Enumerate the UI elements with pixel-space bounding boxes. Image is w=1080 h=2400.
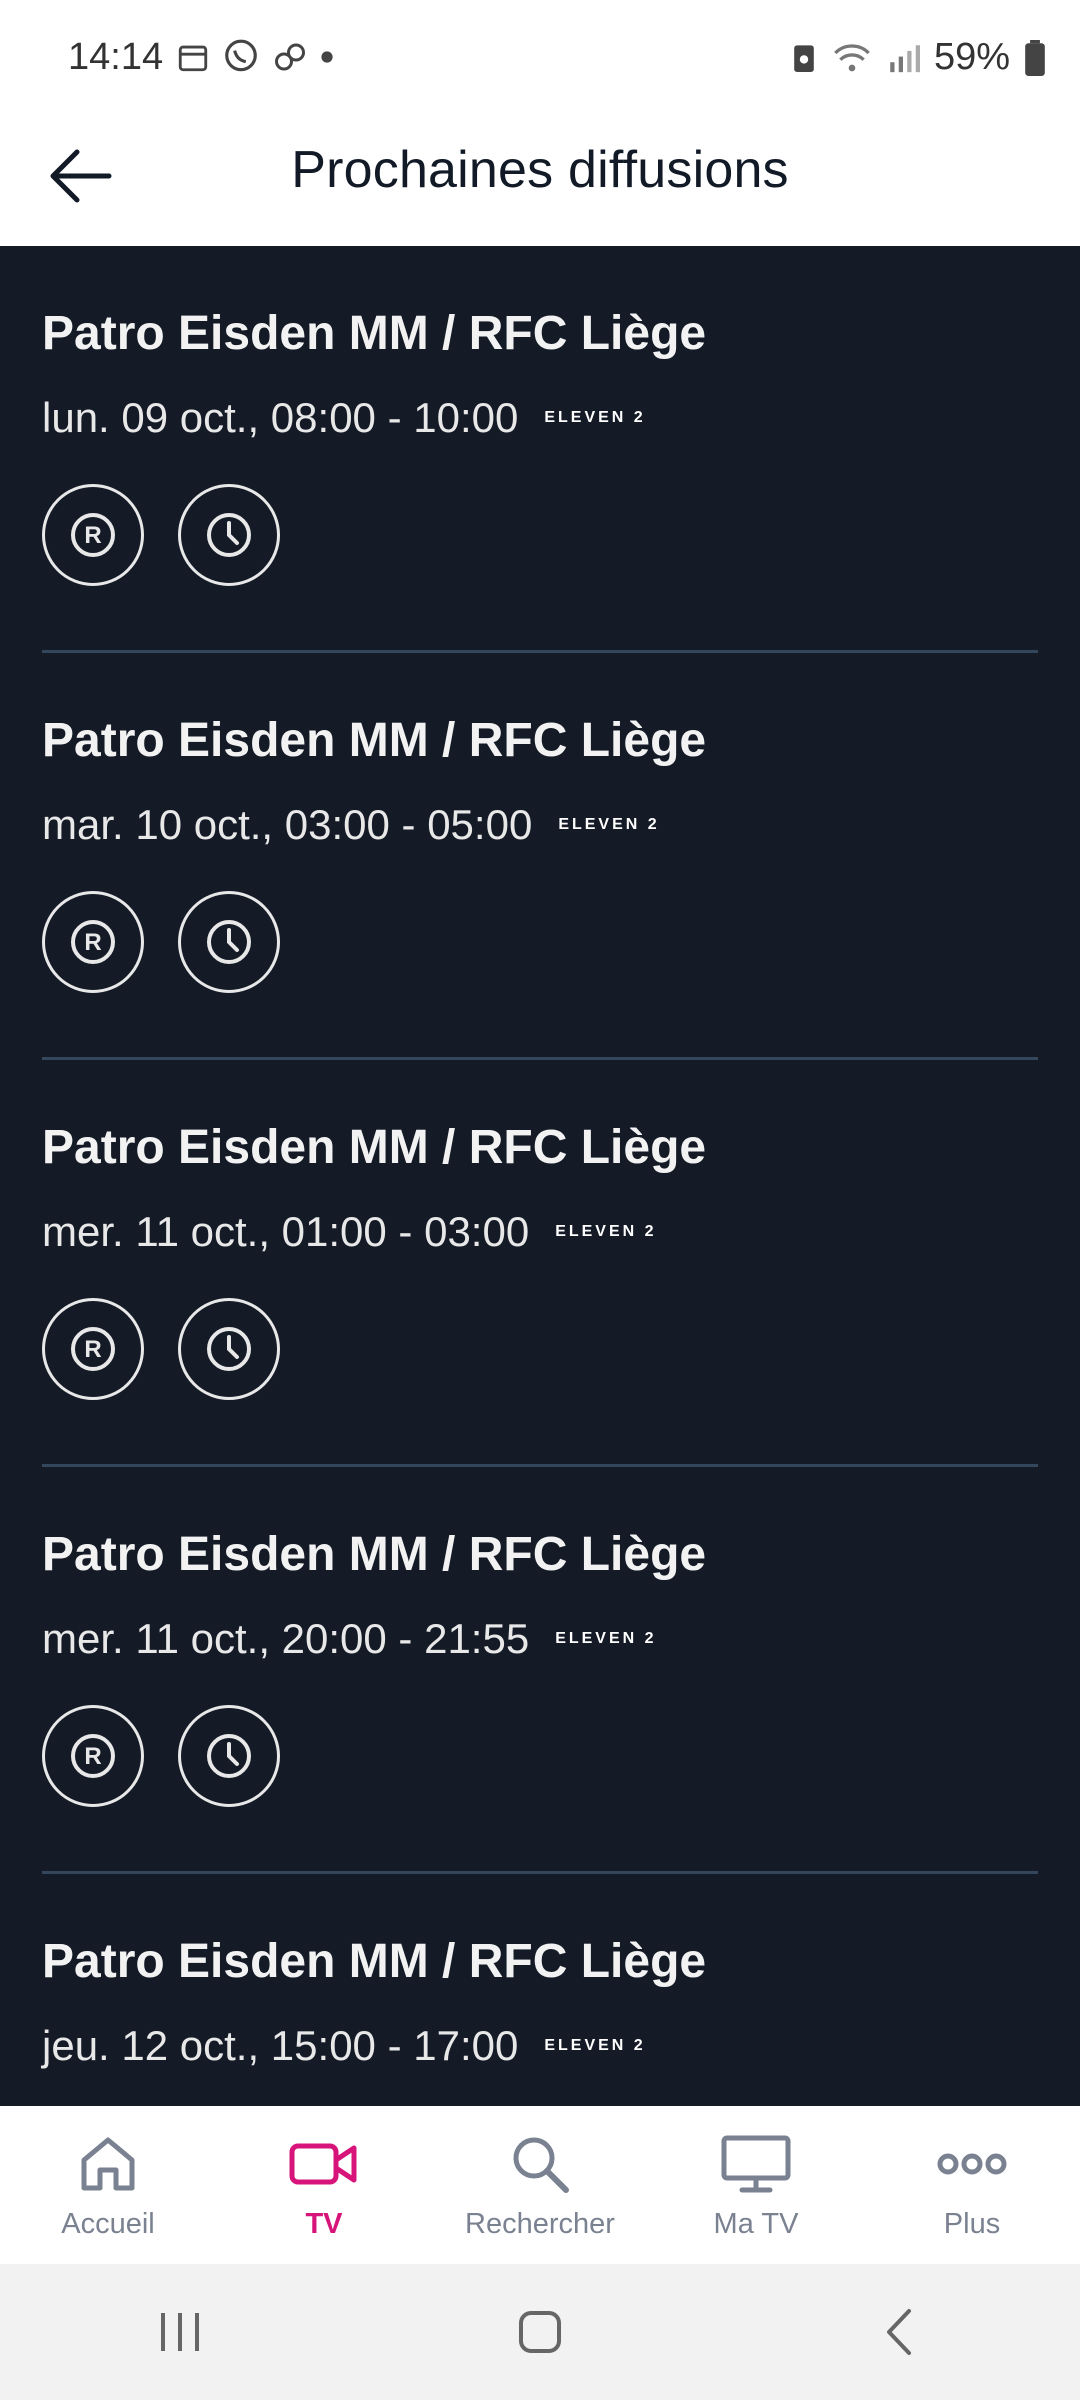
clock-icon [207,513,251,557]
broadcast-actions: R [42,1705,280,1807]
svg-text:R: R [84,1336,101,1363]
broadcast-title: Patro Eisden MM / RFC Liège [42,1121,707,1174]
record-icon: R [71,1327,115,1371]
broadcast-time-text: mer. 11 oct., 20:00 - 21:55 [42,1615,530,1662]
record-button[interactable]: R [42,891,144,993]
reminder-button[interactable] [178,484,280,586]
record-icon: R [71,1734,115,1778]
reminder-button[interactable] [178,1705,280,1807]
nav-plus[interactable]: Plus [882,2106,1062,2241]
chevron-left-icon [887,2309,911,2355]
channel-logo: ELEVEN 2 [555,1223,657,1240]
clock-icon [207,920,251,964]
channel-logo: ELEVEN 2 [555,1630,657,1647]
svg-text:R: R [84,522,101,549]
nav-tv[interactable]: TV [234,2106,414,2241]
nav-label: Ma TV [713,2208,799,2240]
broadcast-title: Patro Eisden MM / RFC Liège [42,1528,707,1581]
channel-logo: ELEVEN 2 [558,816,660,833]
broadcast-title: Patro Eisden MM / RFC Liège [42,714,707,767]
home-icon [81,2137,135,2191]
calendar-icon [178,45,208,72]
broadcast-actions: R [42,1298,280,1400]
app-header: Prochaines diffusions [0,118,1080,246]
broadcast-title: Patro Eisden MM / RFC Liège [42,307,707,360]
broadcast-item[interactable]: Patro Eisden MM / RFC Liège mer. 11 oct.… [42,1467,1038,1874]
battery-saver-icon [794,44,814,72]
battery-percent: 59% [933,36,1010,78]
dot-icon [321,51,333,63]
page-title: Prochaines diffusions [291,141,789,199]
clock-icon [207,1734,251,1778]
link-icon [275,43,305,71]
signal-icon [890,44,920,72]
status-time: 14:14 [68,36,164,78]
broadcast-time-text: mar. 10 oct., 03:00 - 05:00 [42,801,533,848]
record-button[interactable]: R [42,1705,144,1807]
nav-label: Rechercher [465,2208,615,2240]
broadcast-time: lun. 09 oct., 08:00 - 10:00 ELEVEN 2 [42,394,646,442]
broadcast-item[interactable]: Patro Eisden MM / RFC Liège jeu. 12 oct.… [42,1874,1038,2106]
battery-icon [1025,39,1045,76]
broadcast-title: Patro Eisden MM / RFC Liège [42,1935,707,1988]
broadcast-time-text: jeu. 12 oct., 15:00 - 17:00 [42,2022,519,2069]
home-button[interactable] [480,2282,600,2382]
nav-label: Plus [943,2208,1001,2240]
nav-label: Accueil [61,2208,155,2240]
status-system-icons: 59% [790,36,1046,79]
status-notification-icons [176,38,334,76]
record-icon: R [71,920,115,964]
status-bar: 14:14 59% [0,0,1080,118]
nav-accueil[interactable]: Accueil [18,2106,198,2241]
bottom-nav: Accueil TV Rechercher Ma TV Plus [0,2106,1080,2264]
reminder-button[interactable] [178,891,280,993]
nav-ma-tv[interactable]: Ma TV [666,2106,846,2241]
nav-rechercher[interactable]: Rechercher [450,2106,630,2241]
record-icon: R [71,513,115,557]
channel-logo: ELEVEN 2 [544,2037,646,2054]
record-button[interactable]: R [42,484,144,586]
broadcast-time: mer. 11 oct., 20:00 - 21:55 ELEVEN 2 [42,1615,657,1663]
record-button[interactable]: R [42,1298,144,1400]
more-dots-icon [937,2153,1007,2175]
monitor-icon [721,2135,791,2193]
broadcast-item[interactable]: Patro Eisden MM / RFC Liège lun. 09 oct.… [42,246,1038,653]
clock-icon [207,1327,251,1371]
broadcast-time: mer. 11 oct., 01:00 - 03:00 ELEVEN 2 [42,1208,657,1256]
recent-apps-icon [161,2313,199,2351]
search-icon [513,2137,569,2193]
viber-icon [225,39,257,72]
channel-logo: ELEVEN 2 [544,409,646,426]
recent-apps-button[interactable] [120,2282,240,2382]
broadcast-time-text: mer. 11 oct., 01:00 - 03:00 [42,1208,530,1255]
svg-text:R: R [84,1743,101,1770]
reminder-button[interactable] [178,1298,280,1400]
system-nav-bar [0,2264,1080,2400]
broadcast-item[interactable]: Patro Eisden MM / RFC Liège mar. 10 oct.… [42,653,1038,1060]
broadcast-actions: R [42,484,280,586]
broadcast-list[interactable]: Patro Eisden MM / RFC Liège lun. 09 oct.… [0,246,1080,2106]
video-camera-icon [289,2143,357,2185]
nav-label: TV [305,2208,343,2240]
broadcast-actions: R [42,891,280,993]
broadcast-item[interactable]: Patro Eisden MM / RFC Liège mer. 11 oct.… [42,1060,1038,1467]
broadcast-time: jeu. 12 oct., 15:00 - 17:00 ELEVEN 2 [42,2022,646,2070]
system-back-button[interactable] [840,2282,960,2382]
broadcast-time: mar. 10 oct., 03:00 - 05:00 ELEVEN 2 [42,801,660,849]
wifi-icon [834,43,870,71]
home-square-icon [519,2311,561,2353]
svg-text:R: R [84,929,101,956]
broadcast-time-text: lun. 09 oct., 08:00 - 10:00 [42,394,519,441]
